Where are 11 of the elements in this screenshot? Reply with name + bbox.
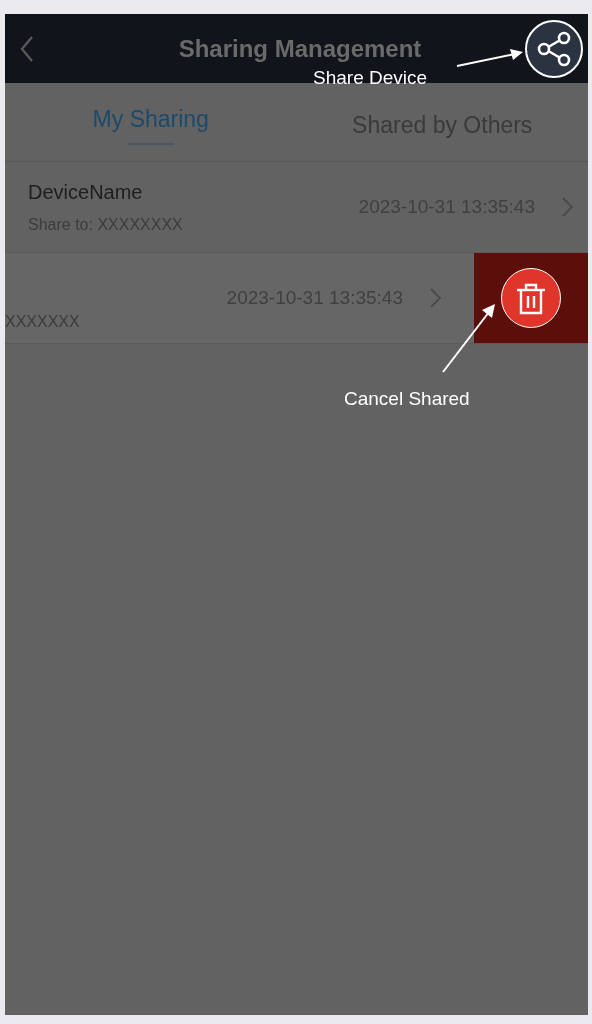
tab[interactable]: My Sharing — [5, 83, 297, 161]
screen-title: Sharing Management — [178, 34, 422, 63]
annotation-arrow — [442, 304, 495, 373]
annotation-label: Cancel Shared — [344, 388, 470, 410]
chevron-icon — [561, 196, 574, 218]
annotation-label: Share Device — [313, 67, 428, 89]
chevron-icon — [429, 287, 442, 309]
delete-action[interactable] — [474, 253, 588, 343]
share-button[interactable] — [525, 19, 583, 78]
annotation-arrow — [456, 49, 523, 67]
device-name: DeviceName — [28, 180, 144, 204]
